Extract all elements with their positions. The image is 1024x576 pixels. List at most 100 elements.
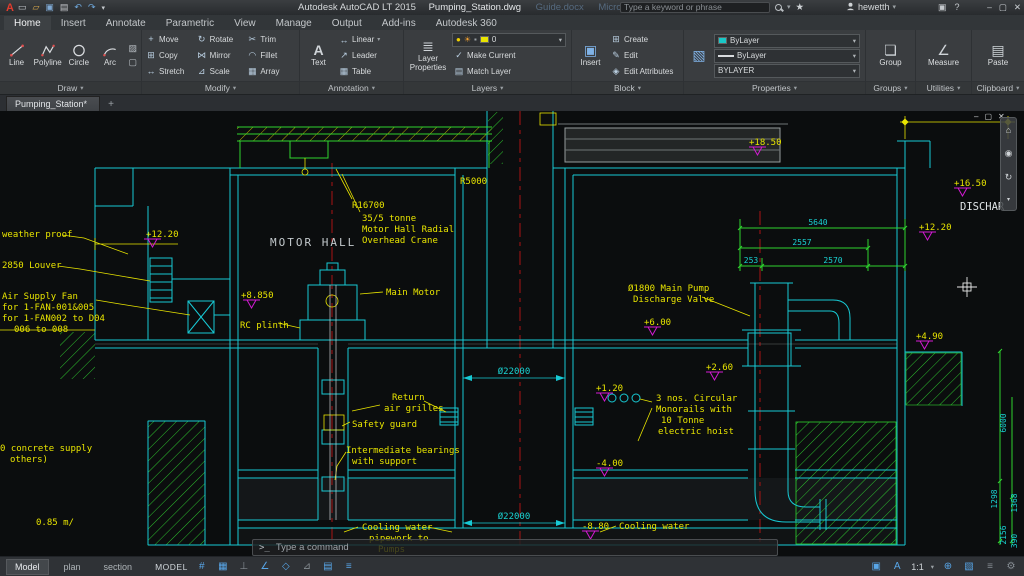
drawing-canvas[interactable]: weather proof 2850 Louver Air Supply Fan… xyxy=(0,111,1024,556)
tab-home[interactable]: Home xyxy=(4,16,51,30)
edit-attributes-button[interactable]: ◈Edit Attributes xyxy=(609,64,675,79)
panel-label-properties[interactable]: Properties▾ xyxy=(684,81,865,94)
favorites-star-icon[interactable]: ★ xyxy=(796,2,805,13)
panel-label-annotation[interactable]: Annotation▾ xyxy=(300,81,403,94)
nav-more-icon[interactable]: ▾ xyxy=(1007,196,1010,203)
hatch-icon[interactable]: ▨ xyxy=(129,43,138,54)
nav-pan-icon[interactable]: ◉ xyxy=(1005,148,1013,159)
new-drawing-tab-icon[interactable]: + xyxy=(104,99,118,111)
panel-label-block[interactable]: Block▾ xyxy=(572,81,683,94)
undo-icon[interactable]: ↶ xyxy=(74,2,82,13)
annotation-visibility-icon[interactable]: ▣ xyxy=(869,561,883,572)
search-icon[interactable] xyxy=(775,4,782,11)
panel-label-groups[interactable]: Groups▾ xyxy=(866,81,915,94)
create-block-button[interactable]: ⊞Create xyxy=(609,32,675,47)
customization-menu-icon[interactable]: ≡ xyxy=(983,561,997,572)
new-icon[interactable]: ▭ xyxy=(18,2,27,13)
close-icon[interactable]: ✕ xyxy=(1014,2,1021,13)
restore-icon[interactable]: ▢ xyxy=(999,2,1007,13)
fillet-button[interactable]: ◠Fillet xyxy=(245,48,296,63)
polyline-button[interactable]: Polyline xyxy=(33,32,62,79)
text-button[interactable]: A Text xyxy=(302,32,335,79)
command-input[interactable]: Type a command xyxy=(276,542,349,553)
model-space-badge[interactable]: MODEL xyxy=(155,562,188,572)
make-current-button[interactable]: ✓Make Current xyxy=(452,48,566,63)
isolate-objects-icon[interactable]: ▧ xyxy=(962,561,976,572)
tab-view[interactable]: View xyxy=(224,16,266,30)
tab-autodesk360[interactable]: Autodesk 360 xyxy=(426,16,507,30)
panel-label-utilities[interactable]: Utilities▾ xyxy=(916,81,971,94)
copy-button[interactable]: ⊞Copy xyxy=(144,48,195,63)
layout-tab-section[interactable]: section xyxy=(96,560,141,574)
rotate-button[interactable]: ↻Rotate xyxy=(195,32,246,47)
tab-addins[interactable]: Add-ins xyxy=(372,16,426,30)
search-dropdown-icon[interactable]: ▾ xyxy=(787,3,791,11)
panel-label-layers[interactable]: Layers▾ xyxy=(404,81,571,94)
match-properties-button[interactable]: ▧ xyxy=(686,32,712,79)
move-button[interactable]: +Move xyxy=(144,32,195,47)
lineweight-toggle-icon[interactable]: ▤ xyxy=(321,561,335,572)
region-icon[interactable]: ▢ xyxy=(129,57,138,68)
group-button[interactable]: ❏ Group xyxy=(874,32,907,79)
file-tab-pumping-station[interactable]: Pumping_Station* xyxy=(6,96,100,111)
plot-icon[interactable]: ▤ xyxy=(60,2,69,13)
grid-toggle-icon[interactable]: # xyxy=(195,561,209,572)
annotation-scale[interactable]: 1:1 xyxy=(911,562,924,572)
command-line[interactable]: >_ Type a command xyxy=(252,539,778,556)
polar-toggle-icon[interactable]: ∠ xyxy=(258,561,272,572)
search-input[interactable] xyxy=(620,2,770,13)
tab-output[interactable]: Output xyxy=(322,16,372,30)
user-dropdown-icon[interactable]: ▾ xyxy=(893,3,897,11)
autocad-logo-icon[interactable]: A xyxy=(4,2,18,14)
settings-gear-icon[interactable]: ⚙ xyxy=(1004,561,1018,572)
mirror-button[interactable]: ⋈Mirror xyxy=(195,48,246,63)
tab-annotate[interactable]: Annotate xyxy=(96,16,156,30)
dwg-minimize-icon[interactable]: – xyxy=(974,112,978,121)
layer-select[interactable]: ● ☀ ▪ 0 ▾ xyxy=(452,33,566,47)
sign-in-area[interactable]: hewetth ▾ xyxy=(846,2,896,12)
exchange-apps-icon[interactable]: ▣ xyxy=(938,2,947,13)
leader-button[interactable]: ↗Leader xyxy=(337,48,382,63)
insert-block-button[interactable]: ▣ Insert xyxy=(574,32,607,79)
stretch-button[interactable]: ↔Stretch xyxy=(144,64,195,79)
object-color-select[interactable]: ByLayer ▾ xyxy=(714,34,860,48)
lineweight-select[interactable]: ByLayer ▾ xyxy=(714,49,860,63)
scale-button[interactable]: ⊿Scale xyxy=(195,64,246,79)
nav-orbit-icon[interactable]: ↻ xyxy=(1005,172,1013,183)
snap-toggle-icon[interactable]: ▦ xyxy=(216,561,230,572)
open-icon[interactable]: ▱ xyxy=(32,2,39,13)
measure-button[interactable]: ∠ Measure xyxy=(927,32,960,79)
tab-manage[interactable]: Manage xyxy=(266,16,322,30)
isodraft-toggle-icon[interactable]: ⊿ xyxy=(300,561,314,572)
layout-tab-plan[interactable]: plan xyxy=(56,560,89,574)
arc-button[interactable]: Arc xyxy=(95,32,124,79)
trim-button[interactable]: ✂Trim xyxy=(245,32,296,47)
panel-label-clipboard[interactable]: Clipboard▾ xyxy=(972,81,1024,94)
array-button[interactable]: ▦Array xyxy=(245,64,296,79)
panel-label-modify[interactable]: Modify▾ xyxy=(142,81,299,94)
osnap-toggle-icon[interactable]: ◇ xyxy=(279,561,293,572)
save-icon[interactable]: ▣ xyxy=(45,2,54,13)
linear-dim-button[interactable]: ↔Linear▾ xyxy=(337,32,382,47)
layer-properties-button[interactable]: ≣ Layer Properties xyxy=(406,32,450,79)
line-button[interactable]: Line xyxy=(2,32,31,79)
minimize-icon[interactable]: – xyxy=(987,2,992,13)
autoscale-icon[interactable]: A xyxy=(890,561,904,572)
table-button[interactable]: ▦Table xyxy=(337,64,382,79)
match-layer-button[interactable]: ▤Match Layer xyxy=(452,64,566,79)
layout-tab-model[interactable]: Model xyxy=(6,559,49,575)
tab-parametric[interactable]: Parametric xyxy=(156,16,224,30)
redo-icon[interactable]: ↷ xyxy=(88,2,96,13)
dynamic-input-toggle-icon[interactable]: ≡ xyxy=(342,561,356,572)
help-icon[interactable]: ? xyxy=(955,2,960,13)
edit-block-button[interactable]: ✎Edit xyxy=(609,48,675,63)
cad-drawing[interactable]: weather proof 2850 Louver Air Supply Fan… xyxy=(0,111,1024,556)
linetype-select[interactable]: BYLAYER ▾ xyxy=(714,64,860,78)
ortho-toggle-icon[interactable]: ⊥ xyxy=(237,561,251,572)
scale-dropdown-icon[interactable]: ▾ xyxy=(931,563,934,571)
nav-home-icon[interactable]: ⌂ xyxy=(1006,125,1011,135)
dwg-restore-icon[interactable]: ▢ xyxy=(984,112,992,121)
tab-insert[interactable]: Insert xyxy=(51,16,96,30)
paste-button[interactable]: ▤ Paste xyxy=(982,32,1015,79)
workspace-switch-icon[interactable]: ⊕ xyxy=(941,561,955,572)
